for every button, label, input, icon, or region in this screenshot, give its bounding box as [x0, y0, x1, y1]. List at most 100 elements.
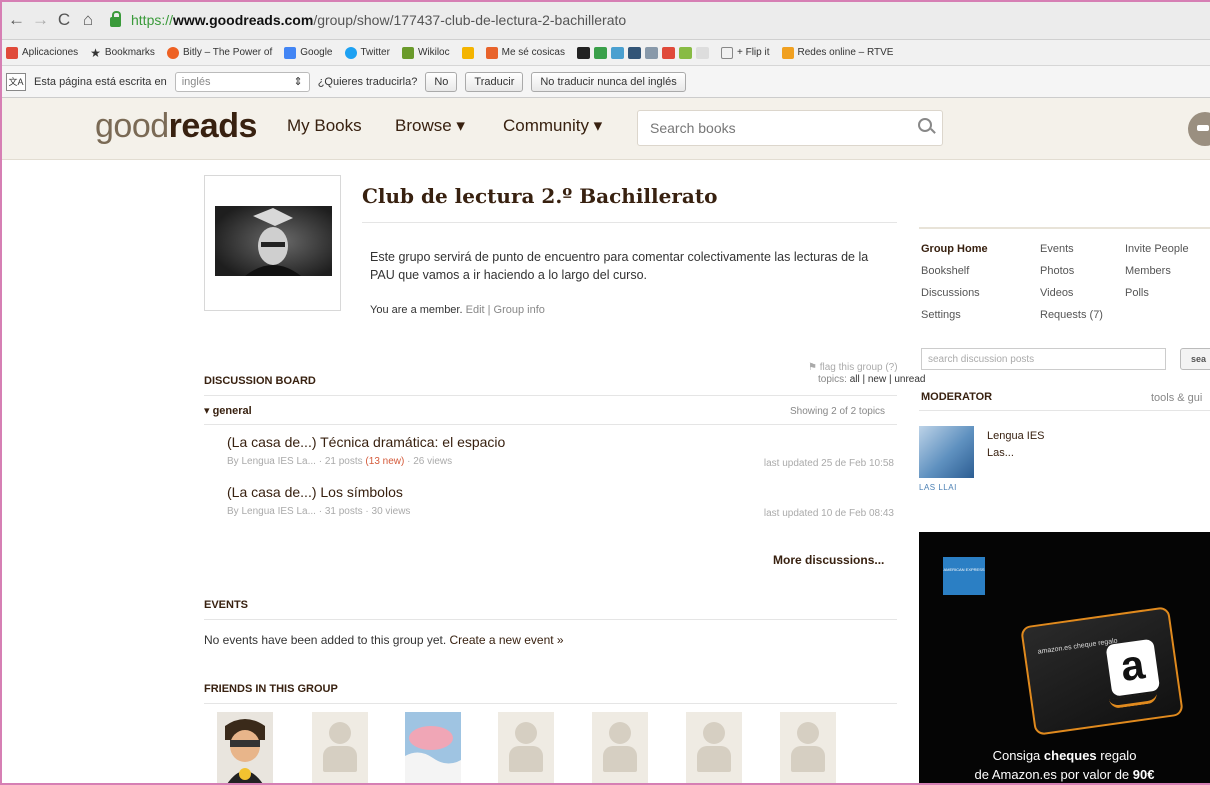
bookmark-label: Bookmarks: [104, 47, 155, 58]
edit-group-info-links[interactable]: Edit | Group info: [466, 304, 545, 316]
discussion-search-button[interactable]: sea: [1180, 348, 1210, 370]
search-books-input[interactable]: Search books: [637, 110, 943, 146]
divider: [204, 703, 897, 704]
never-translate-button[interactable]: No traducir nunca del inglés: [531, 71, 686, 92]
bookmark-twitter[interactable]: Twitter: [344, 46, 390, 59]
sidebar-link-videos[interactable]: Videos: [1040, 287, 1073, 299]
topic-title-link[interactable]: (La casa de...) Técnica dramática: el es…: [227, 434, 505, 450]
no-events-text: No events have been added to this group …: [204, 633, 447, 647]
sidebar-link-invite-people[interactable]: Invite People: [1125, 243, 1189, 255]
bookmark-aplicaciones[interactable]: Aplicaciones: [6, 46, 78, 59]
topics-filter: topics: all | new | unread: [818, 374, 925, 385]
browser-toolbar: ← → C ⌂ https://www.goodreads.com/group/…: [0, 0, 1210, 40]
sidebar-link-discussions[interactable]: Discussions: [921, 287, 980, 299]
folder-general[interactable]: ▾ general: [204, 404, 252, 417]
search-icon[interactable]: [918, 118, 932, 132]
friend-avatar-placeholder[interactable]: [498, 712, 554, 784]
sidebar-link-requests[interactable]: Requests (7): [1040, 309, 1103, 321]
bookmark-me-se-cosicas[interactable]: Me sé cosicas: [485, 46, 565, 59]
friend-avatar-placeholder[interactable]: [686, 712, 742, 784]
ad-line-1: Consiga cheques regalo: [919, 746, 1210, 765]
logo-part: good: [95, 107, 169, 145]
topic-title-link[interactable]: (La casa de...) Los símbolos: [227, 484, 403, 500]
more-discussions-link[interactable]: More discussions...: [773, 553, 884, 567]
bookmark-favicon: [593, 46, 607, 59]
bookmark-bitly[interactable]: Bitly – The Power of: [166, 46, 272, 59]
topic-updated: last updated 25 de Feb 10:58: [763, 458, 894, 469]
topics-filter-links[interactable]: all | new | unread: [850, 374, 926, 385]
moderator-name-link[interactable]: Lengua IES Las...: [987, 428, 1045, 462]
create-event-link[interactable]: Create a new event »: [450, 633, 564, 647]
user-avatar[interactable]: [1188, 112, 1210, 146]
friend-avatar-placeholder[interactable]: [312, 712, 368, 784]
sidebar-link-photos[interactable]: Photos: [1040, 265, 1074, 277]
google-icon: [284, 46, 297, 59]
nav-browse[interactable]: Browse ▾: [395, 116, 465, 136]
friend-avatar[interactable]: [405, 712, 461, 784]
bookmark-flip-it[interactable]: + Flip it: [720, 46, 770, 59]
no-button[interactable]: No: [425, 71, 458, 92]
back-icon[interactable]: ←: [8, 10, 25, 30]
group-photo[interactable]: [204, 175, 341, 311]
topic-meta-text: · 26 views: [407, 456, 453, 467]
forward-icon[interactable]: →: [32, 10, 49, 30]
member-status: You are a member.: [370, 304, 463, 316]
reload-icon[interactable]: C: [56, 10, 72, 30]
friend-avatar[interactable]: [217, 712, 273, 784]
bookmark-wikiloc[interactable]: Wikiloc: [401, 46, 450, 59]
bookmark-bookmarks[interactable]: ★ Bookmarks: [90, 46, 155, 60]
sidebar-link-members[interactable]: Members: [1125, 265, 1171, 277]
ad-text-bold: cheques: [1043, 748, 1097, 763]
showing-count: Showing 2 of 2 topics: [790, 406, 886, 417]
flag-group-link[interactable]: ⚑ flag this group (?): [808, 362, 898, 373]
bookmark-label: Redes online – RTVE: [797, 47, 894, 58]
friend-avatar-placeholder[interactable]: [780, 712, 836, 784]
discussion-search-input[interactable]: search discussion posts: [921, 348, 1166, 370]
bookmark-favicon: [661, 46, 675, 59]
language-select[interactable]: inglés ⇕: [174, 71, 310, 92]
bookmark-untitled[interactable]: [461, 46, 474, 59]
topics-label: topics:: [818, 374, 847, 385]
home-icon[interactable]: ⌂: [80, 10, 96, 30]
address-bar[interactable]: https://www.goodreads.com/group/show/177…: [131, 12, 626, 28]
bookmark-google[interactable]: Google: [284, 46, 333, 59]
topic-updated: last updated 10 de Feb 08:43: [763, 508, 894, 519]
translate-question: ¿Quieres traducirla?: [317, 75, 418, 88]
sidebar-link-events[interactable]: Events: [1040, 243, 1074, 255]
translate-bar: 文A Esta página está escrita en inglés ⇕ ¿…: [0, 66, 1210, 98]
friend-avatar-image: [405, 712, 461, 784]
membership-line: You are a member. Edit | Group info: [370, 304, 545, 316]
discussion-board-heading: DISCUSSION BOARD: [204, 375, 316, 387]
ad-text-bold: 90€: [1132, 767, 1155, 782]
nav-community[interactable]: Community ▾: [503, 116, 602, 136]
bookmark-redes-online[interactable]: Redes online – RTVE: [781, 46, 894, 59]
sidebar-link-group-home[interactable]: Group Home: [921, 243, 988, 255]
divider: [919, 410, 1210, 411]
goodreads-logo[interactable]: goodreads: [95, 107, 257, 146]
bookmark-label: Wikiloc: [417, 47, 450, 58]
tools-guidelines-link[interactable]: tools & gui: [1151, 392, 1202, 404]
divider: [204, 424, 897, 425]
bookmark-icon-group[interactable]: [576, 46, 709, 59]
nav-my-books[interactable]: My Books: [287, 116, 362, 136]
moderator-avatar-caption: LAS LLAI: [919, 483, 957, 492]
amazon-a-logo: a: [1105, 638, 1161, 697]
group-photo-image: [215, 206, 332, 276]
amazon-gift-card-ad[interactable]: AMERICAN EXPRESS amazon.es cheque regalo…: [919, 532, 1210, 785]
sidebar-link-bookshelf[interactable]: Bookshelf: [921, 265, 969, 277]
translate-message: Esta página está escrita en: [34, 75, 167, 88]
bookmarks-bar: Aplicaciones ★ Bookmarks Bitly – The Powe…: [0, 40, 1210, 66]
topic-meta-text: By Lengua IES La... · 31 posts · 30 view…: [227, 506, 411, 517]
sidebar-link-settings[interactable]: Settings: [921, 309, 961, 321]
friend-avatar-placeholder[interactable]: [592, 712, 648, 784]
topic-new-count[interactable]: (13 new): [365, 456, 404, 467]
rtve-icon: [781, 46, 794, 59]
sidebar-link-polls[interactable]: Polls: [1125, 287, 1149, 299]
moderator-avatar[interactable]: [919, 426, 974, 478]
translate-button[interactable]: Traducir: [465, 71, 524, 92]
bookmark-favicon: [627, 46, 641, 59]
bookmark-favicon: [576, 46, 590, 59]
divider: [204, 619, 897, 620]
divider: [362, 222, 897, 223]
ad-copy: Consiga cheques regalo de Amazon.es por …: [919, 746, 1210, 784]
